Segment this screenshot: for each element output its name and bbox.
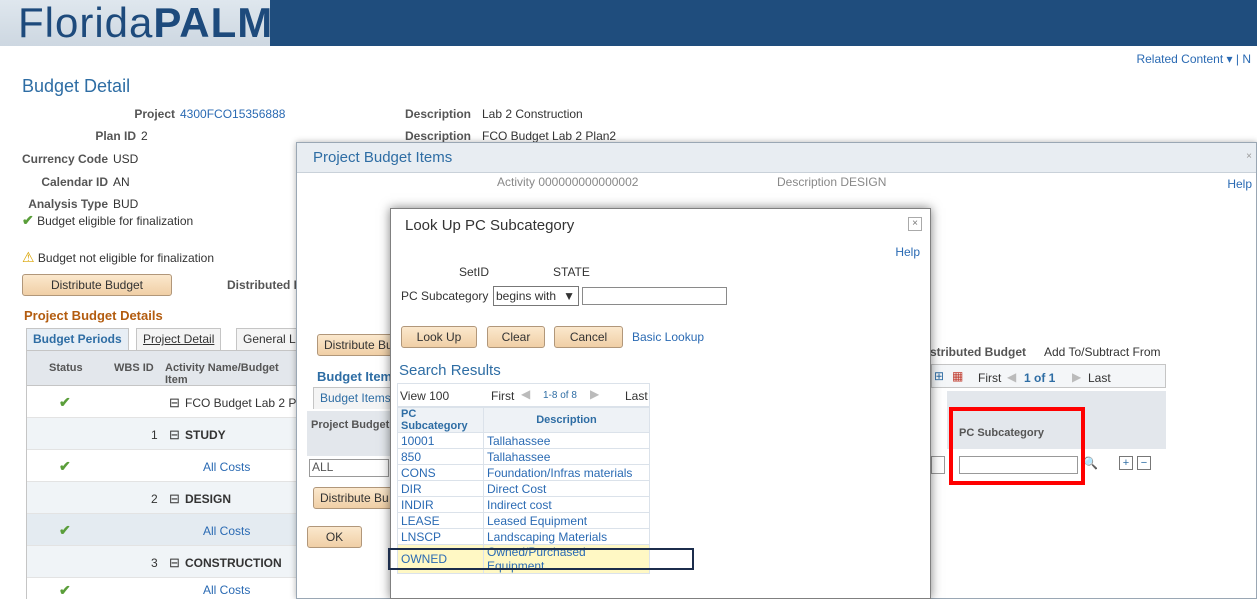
delete-row-icon[interactable]: −: [1137, 456, 1151, 470]
currency-code-label: Currency Code: [21, 152, 108, 166]
tab-general-ledger[interactable]: General L: [236, 328, 303, 350]
check-icon: ✔: [59, 394, 71, 410]
table-row[interactable]: DIR Direct Cost: [397, 480, 650, 497]
table-row: ✔ All Costs: [27, 514, 299, 546]
table-row[interactable]: INDIR Indirect cost: [397, 496, 650, 513]
operator-select[interactable]: begins with ▼: [493, 286, 579, 306]
table-row: 3 ⊟ CONSTRUCTION: [27, 546, 299, 578]
description-value: Lab 2 Construction: [482, 107, 583, 121]
ok-button[interactable]: OK: [307, 526, 362, 548]
previous-icon[interactable]: ◀: [521, 387, 530, 401]
eligible-status: ✔ Budget eligible for finalization: [22, 212, 194, 228]
brand-logo: FloridaPALM: [18, 0, 274, 46]
zoom-icon[interactable]: ⊞: [934, 369, 944, 383]
table-row: 2 ⊟ DESIGN: [27, 482, 299, 514]
setid-label: SetID: [459, 265, 490, 279]
highlight-box: [949, 407, 1085, 485]
plan-id-label: Plan ID: [95, 129, 136, 143]
highlight-box: [388, 548, 694, 570]
header-bar: [270, 0, 1257, 46]
table-row[interactable]: LNSCP Landscaping Materials: [397, 528, 650, 545]
next-icon[interactable]: ▶: [590, 387, 599, 401]
help-link[interactable]: Help: [895, 245, 920, 259]
distributed-budget-label: stributed Budget: [930, 345, 1026, 359]
project-budget-header: Project Budget: [307, 411, 392, 456]
project-label: Project: [134, 107, 175, 121]
prior-field[interactable]: [931, 456, 945, 474]
results-nav: View 100 First ◀ 1-8 of 8 ▶ Last: [397, 383, 650, 407]
budget-grid-header: Status WBS ID Activity Name/Budget Item: [26, 350, 298, 386]
add-subtract-label: Add To/Subtract From: [1044, 345, 1161, 359]
download-icon[interactable]: ▦: [952, 369, 963, 383]
related-content-menu[interactable]: Related Content ▾ | N: [1136, 52, 1251, 66]
tab-project-detail[interactable]: Project Detail: [136, 328, 222, 350]
analysis-type-value: BUD: [113, 197, 139, 211]
project-budget-field[interactable]: ALL: [309, 459, 389, 477]
table-row: 1 ⊟ STUDY: [27, 418, 299, 450]
tab-budget-periods[interactable]: Budget Periods: [26, 328, 129, 350]
table-row: ✔ ⊟ FCO Budget Lab 2 P: [27, 386, 299, 418]
analysis-type-label: Analysis Type: [28, 197, 108, 211]
results-header-row: PC Subcategory Description: [397, 407, 650, 433]
warning-icon: ⚠: [22, 249, 35, 265]
basic-lookup-link[interactable]: Basic Lookup: [632, 330, 704, 344]
budget-items-header: Budget Item: [317, 369, 393, 384]
plan-id-value: 2: [141, 129, 148, 143]
description-text: Description DESIGN: [777, 175, 887, 189]
next-icon[interactable]: ▶: [1072, 370, 1081, 384]
all-costs-link[interactable]: All Costs: [203, 524, 250, 538]
check-icon: ✔: [59, 522, 71, 538]
description-label: Description: [405, 107, 472, 121]
distribute-budget-button[interactable]: Distribute Budget: [22, 274, 172, 296]
setid-value: STATE: [553, 265, 590, 279]
pc-subcategory-label: PC Subcategory: [401, 289, 489, 303]
table-row: ✔ All Costs: [27, 578, 299, 599]
lookup-pc-subcategory-modal: Look Up PC Subcategory × Help SetID STAT…: [388, 208, 931, 599]
lookup-icon[interactable]: 🔍: [1083, 456, 1098, 470]
distribute-budget-button-2[interactable]: Distribute Bu: [313, 487, 393, 509]
project-budget-details-header: Project Budget Details: [24, 308, 163, 323]
modal-title: Look Up PC Subcategory: [405, 217, 575, 234]
all-costs-link[interactable]: All Costs: [203, 583, 250, 597]
budget-grid-body: ✔ ⊟ FCO Budget Lab 2 P 1 ⊟ STUDY ✔ All C…: [26, 386, 299, 599]
check-icon: ✔: [22, 212, 34, 228]
plan-description-value: FCO Budget Lab 2 Plan2: [482, 129, 617, 143]
help-link[interactable]: Help: [1227, 177, 1252, 191]
calendar-id-value: AN: [113, 175, 130, 189]
close-icon[interactable]: ×: [1246, 151, 1252, 162]
tab-budget-items[interactable]: Budget Items: [313, 387, 398, 409]
previous-icon[interactable]: ◀: [1007, 370, 1016, 384]
close-icon[interactable]: ×: [908, 217, 922, 231]
table-row: ✔ All Costs: [27, 450, 299, 482]
all-costs-link[interactable]: All Costs: [203, 460, 250, 474]
not-eligible-status: ⚠ Budget not eligible for finalization: [22, 249, 215, 265]
search-results-title: Search Results: [399, 362, 501, 379]
grid-nav-bar: ⊞ ▦ First ◀ 1 of 1 ▶ Last: [931, 364, 1166, 388]
add-row-icon[interactable]: +: [1119, 456, 1133, 470]
currency-code-value: USD: [113, 152, 139, 166]
cancel-button[interactable]: Cancel: [554, 326, 623, 348]
check-icon: ✔: [59, 582, 71, 598]
check-icon: ✔: [59, 458, 71, 474]
clear-button[interactable]: Clear: [487, 326, 545, 348]
distributed-budget-label: Distributed B: [227, 278, 303, 292]
activity-text: Activity 000000000000002: [497, 175, 639, 189]
table-row[interactable]: LEASE Leased Equipment: [397, 512, 650, 529]
collapse-icon[interactable]: ⊟: [169, 491, 180, 507]
collapse-icon[interactable]: ⊟: [169, 427, 180, 443]
pc-subcategory-input[interactable]: [582, 287, 727, 305]
table-row[interactable]: CONS Foundation/Infras materials: [397, 464, 650, 481]
page-title: Budget Detail: [22, 76, 131, 96]
look-up-button[interactable]: Look Up: [401, 326, 477, 348]
calendar-id-label: Calendar ID: [41, 175, 108, 189]
chevron-down-icon: ▼: [563, 289, 575, 303]
plan-description-label: Description: [405, 129, 472, 143]
table-row[interactable]: 850 Tallahassee: [397, 448, 650, 465]
modal-title: Project Budget Items: [313, 149, 453, 166]
table-row[interactable]: 10001 Tallahassee: [397, 432, 650, 449]
collapse-icon[interactable]: ⊟: [169, 555, 180, 571]
project-value: 4300FCO15356888: [180, 107, 286, 121]
distribute-budget-button[interactable]: Distribute Bu: [317, 334, 397, 356]
collapse-icon[interactable]: ⊟: [169, 395, 180, 411]
